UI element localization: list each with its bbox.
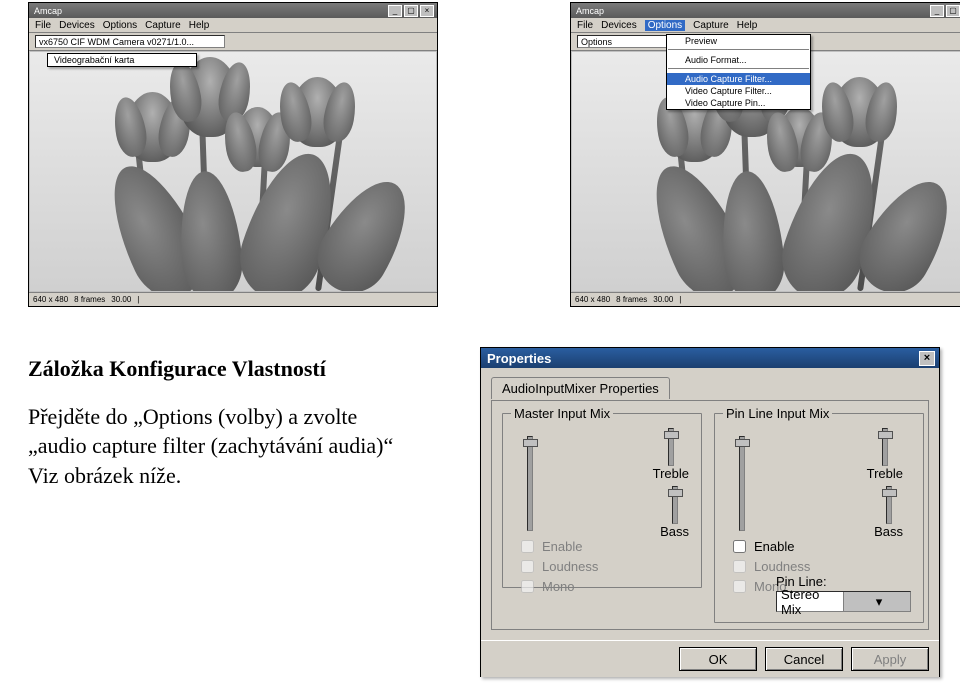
- close-icon[interactable]: ×: [420, 5, 434, 17]
- dialog-titlebar: Properties ×: [481, 348, 939, 368]
- properties-dialog: Properties × AudioInputMixer Properties …: [480, 347, 940, 677]
- status-fps: 30.00: [653, 295, 673, 304]
- cancel-button[interactable]: Cancel: [765, 647, 843, 671]
- menu-help[interactable]: Help: [189, 20, 210, 31]
- combo-pin-line-value: Stereo Mix: [777, 587, 843, 617]
- slider-master-treble[interactable]: [668, 428, 674, 466]
- video-preview: [30, 52, 436, 291]
- article-line2: „audio capture filter (zachytávání audia…: [28, 431, 448, 461]
- status-resolution: 640 x 480: [33, 295, 68, 304]
- menu-separator: [668, 49, 809, 52]
- menu-file[interactable]: File: [577, 20, 593, 31]
- window-titlebar: Amcap _ ▢ ×: [29, 3, 437, 18]
- minimize-icon[interactable]: _: [930, 5, 944, 17]
- slider-master-bass[interactable]: [672, 486, 678, 524]
- maximize-icon[interactable]: ▢: [404, 5, 418, 17]
- article-line1: Přejděte do „Options (volby) a zvolte: [28, 402, 448, 432]
- slider-pin-volume[interactable]: [739, 436, 745, 531]
- menubar: File Devices Options Capture Help: [29, 18, 437, 33]
- label-bass: Bass: [874, 524, 903, 539]
- screenshot-amcap-right: Amcap _ ▢ × File Devices Options Capture…: [570, 2, 960, 307]
- statusbar: 640 x 480 8 frames 30.00 |: [571, 292, 960, 306]
- options-menu: Preview Audio Format... Audio Capture Fi…: [666, 34, 811, 110]
- checkbox-master-mono[interactable]: Mono: [517, 577, 598, 596]
- tab-audioinputmixer[interactable]: AudioInputMixer Properties: [491, 377, 670, 399]
- close-icon[interactable]: ×: [919, 351, 935, 366]
- menubar: File Devices Options Capture Help: [571, 18, 960, 33]
- minimize-icon[interactable]: _: [388, 5, 402, 17]
- menu-help[interactable]: Help: [737, 20, 758, 31]
- device-dropdown[interactable]: vx6750 CIF WDM Camera v0271/1.0...: [35, 35, 225, 48]
- menu-separator: [668, 68, 809, 71]
- window-title: Amcap: [32, 6, 386, 16]
- label-treble: Treble: [653, 466, 689, 481]
- menu-devices[interactable]: Devices: [59, 20, 95, 31]
- menu-capture[interactable]: Capture: [145, 20, 181, 31]
- menuitem-audio-capture-filter[interactable]: Audio Capture Filter...: [667, 73, 810, 85]
- options-caption: Options: [577, 35, 667, 48]
- menu-options[interactable]: Options: [103, 20, 137, 31]
- statusbar: 640 x 480 8 frames 30.00 |: [29, 292, 437, 306]
- device-submenu: Videograbační karta: [47, 53, 197, 67]
- checkbox-master-enable[interactable]: Enable: [517, 537, 598, 556]
- menuitem-video-capture-filter[interactable]: Video Capture Filter...: [667, 85, 810, 97]
- article-text: Záložka Konfigurace Vlastností Přejděte …: [28, 354, 448, 491]
- label-bass: Bass: [660, 524, 689, 539]
- device-submenu-item[interactable]: Videograbační karta: [48, 54, 196, 66]
- checkbox-pin-enable[interactable]: Enable: [729, 537, 810, 556]
- menu-capture[interactable]: Capture: [693, 20, 729, 31]
- maximize-icon[interactable]: ▢: [946, 5, 960, 17]
- status-sep: |: [137, 295, 139, 304]
- status-sep: |: [679, 295, 681, 304]
- status-frames: 8 frames: [74, 295, 105, 304]
- menu-file[interactable]: File: [35, 20, 51, 31]
- menu-options[interactable]: Options: [645, 20, 685, 31]
- status-resolution: 640 x 480: [575, 295, 610, 304]
- label-treble: Treble: [867, 466, 903, 481]
- window-title: Amcap: [574, 6, 928, 16]
- menu-devices[interactable]: Devices: [601, 20, 637, 31]
- slider-pin-treble[interactable]: [882, 428, 888, 466]
- status-frames: 8 frames: [616, 295, 647, 304]
- dialog-button-row: OK Cancel Apply: [481, 640, 939, 677]
- combo-pin-line[interactable]: Stereo Mix ▾: [776, 591, 911, 612]
- slider-master-volume[interactable]: [527, 436, 533, 531]
- screenshot-amcap-left: Amcap _ ▢ × File Devices Options Capture…: [28, 2, 438, 307]
- group-label-pin: Pin Line Input Mix: [723, 406, 832, 421]
- checkbox-master-loudness[interactable]: Loudness: [517, 557, 598, 576]
- status-fps: 30.00: [111, 295, 131, 304]
- menuitem-audio-format[interactable]: Audio Format...: [667, 54, 810, 66]
- dialog-title: Properties: [487, 351, 551, 366]
- toolbar: vx6750 CIF WDM Camera v0271/1.0...: [29, 33, 437, 51]
- window-titlebar: Amcap _ ▢ ×: [571, 3, 960, 18]
- slider-pin-bass[interactable]: [886, 486, 892, 524]
- tab-page: Master Input Mix Treble Bass: [491, 400, 929, 630]
- group-master-input-mix: Master Input Mix Treble Bass: [502, 413, 702, 588]
- apply-button[interactable]: Apply: [851, 647, 929, 671]
- article-line3: Viz obrázek níže.: [28, 461, 448, 491]
- menuitem-video-capture-pin[interactable]: Video Capture Pin...: [667, 97, 810, 109]
- group-pin-line-input-mix: Pin Line Input Mix Treble Bass Enable: [714, 413, 924, 623]
- ok-button[interactable]: OK: [679, 647, 757, 671]
- article-heading: Záložka Konfigurace Vlastností: [28, 354, 448, 384]
- group-label-master: Master Input Mix: [511, 406, 613, 421]
- chevron-down-icon: ▾: [843, 592, 910, 611]
- menuitem-preview[interactable]: Preview: [667, 35, 810, 47]
